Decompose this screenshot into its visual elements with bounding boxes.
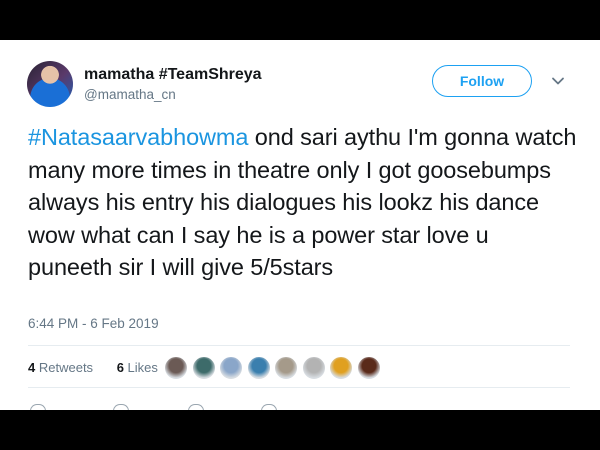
liker-avatar-4[interactable] [246, 356, 271, 380]
reply-icon[interactable] [30, 404, 46, 410]
retweets-label: Retweets [38, 360, 94, 375]
likes-label: Likes [127, 360, 158, 375]
tweet-text: #Natasaarvabhowma ond sari aythu I'm gon… [28, 121, 578, 284]
retweets-count: 4 [28, 360, 36, 375]
timestamp[interactable]: 6:44 PM - 6 Feb 2019 [28, 316, 159, 331]
like-icon[interactable] [188, 404, 204, 410]
likes-stat[interactable]: 6 Likes [117, 360, 168, 375]
follow-button-label: Follow [459, 73, 505, 89]
retweet-icon[interactable] [113, 404, 129, 410]
liker-avatar-8[interactable] [356, 356, 381, 380]
engagement-stats: 4 Retweets 6 Likes [28, 360, 178, 375]
follow-button[interactable]: Follow [432, 65, 532, 97]
chevron-down-icon[interactable] [551, 74, 565, 88]
user-handle[interactable]: @mamatha_cn [84, 87, 176, 102]
liker-avatar-2[interactable] [191, 356, 216, 380]
liker-avatar-5[interactable] [274, 356, 298, 380]
liker-avatar-3[interactable] [219, 356, 243, 380]
divider [28, 387, 570, 388]
avatar[interactable] [27, 61, 73, 107]
display-name[interactable]: mamatha #TeamShreya [84, 66, 262, 84]
liker-avatar-6[interactable] [301, 356, 326, 380]
likes-count: 6 [116, 360, 124, 375]
message-icon[interactable] [261, 404, 277, 410]
tweet-card: mamatha #TeamShreya @mamatha_cn Follow #… [0, 40, 600, 410]
liker-avatar-1[interactable] [164, 356, 188, 380]
liker-avatar-7[interactable] [329, 356, 353, 380]
tweet-actions [28, 404, 328, 410]
divider [28, 345, 570, 346]
hashtag-link[interactable]: #Natasaarvabhowma [28, 124, 248, 150]
retweets-stat[interactable]: 4 Retweets [28, 360, 103, 375]
